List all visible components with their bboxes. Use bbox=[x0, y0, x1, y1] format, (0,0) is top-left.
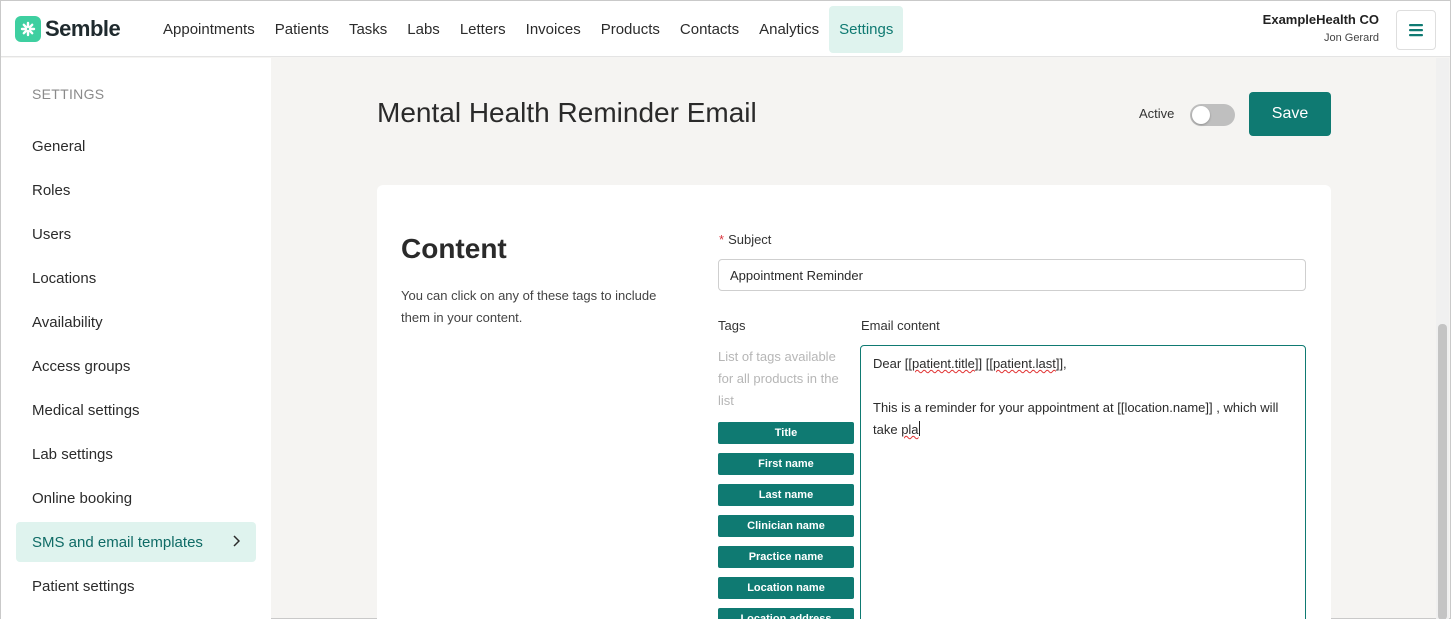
nav-contacts[interactable]: Contacts bbox=[670, 6, 749, 53]
brand-name: Semble bbox=[45, 16, 121, 41]
email-line-blank bbox=[873, 375, 1293, 397]
nav-products[interactable]: Products bbox=[591, 6, 670, 53]
nav-labs[interactable]: Labs bbox=[397, 6, 450, 53]
subject-input[interactable] bbox=[718, 259, 1306, 291]
sidebar-item-availability[interactable]: Availability bbox=[16, 302, 256, 342]
tag-token: patient.title bbox=[912, 356, 975, 371]
text-fragment: ]] [[ bbox=[974, 356, 993, 371]
text-fragment: Dear [[ bbox=[873, 356, 913, 371]
tags-hint: List of tags available for all products … bbox=[718, 349, 839, 408]
nav-tasks[interactable]: Tasks bbox=[339, 6, 397, 53]
user-name: Jon Gerard bbox=[1323, 32, 1379, 44]
section-title: Content bbox=[401, 233, 507, 264]
sidebar-item-lab-settings[interactable]: Lab settings bbox=[16, 434, 256, 474]
page-title: Mental Health Reminder Email bbox=[377, 97, 757, 128]
content-card: Content You can click on any of these ta… bbox=[377, 185, 1331, 619]
subject-label-text: Subject bbox=[728, 232, 772, 247]
semble-logo[interactable]: Semble bbox=[15, 16, 121, 42]
tag-token: patient.last bbox=[992, 356, 1056, 371]
nav-letters[interactable]: Letters bbox=[450, 6, 516, 53]
email-content-editor[interactable]: Dear [[patient.title]] [[patient.last]],… bbox=[860, 345, 1306, 619]
sidebar-item-roles[interactable]: Roles bbox=[16, 170, 256, 210]
toggle-knob bbox=[1192, 106, 1210, 124]
sidebar-item-medical-settings[interactable]: Medical settings bbox=[16, 390, 256, 430]
settings-sidebar: SETTINGS General Roles Users Locations A… bbox=[1, 58, 271, 619]
nav-analytics[interactable]: Analytics bbox=[749, 6, 829, 53]
section-description: You can click on any of these tags to in… bbox=[401, 288, 657, 325]
main-nav: Appointments Patients Tasks Labs Letters… bbox=[153, 6, 904, 53]
email-line-body: This is a reminder for your appointment … bbox=[873, 397, 1293, 441]
chevron-right-icon bbox=[233, 535, 240, 547]
hamburger-icon bbox=[1409, 24, 1423, 37]
tags-label: Tags bbox=[718, 318, 746, 333]
sidebar-item-locations[interactable]: Locations bbox=[16, 258, 256, 298]
save-button[interactable]: Save bbox=[1249, 92, 1331, 136]
nav-patients[interactable]: Patients bbox=[265, 6, 339, 53]
text-fragment: This is a reminder for your appointment … bbox=[873, 400, 1282, 437]
menu-button[interactable] bbox=[1396, 10, 1436, 50]
organization-name: ExampleHealth CO bbox=[1262, 12, 1379, 27]
sidebar-item-access-groups[interactable]: Access groups bbox=[16, 346, 256, 386]
tag-last-name[interactable]: Last name bbox=[718, 484, 854, 506]
active-toggle-label: Active bbox=[1139, 106, 1175, 121]
semble-logo-icon bbox=[15, 16, 41, 42]
tag-location-name[interactable]: Location name bbox=[718, 577, 854, 599]
required-marker: * bbox=[719, 232, 725, 247]
top-navigation-bar: Semble Appointments Patients Tasks Labs … bbox=[1, 1, 1450, 57]
sidebar-item-patient-settings[interactable]: Patient settings bbox=[16, 566, 256, 606]
text-cursor bbox=[918, 421, 920, 436]
tag-title[interactable]: Title bbox=[718, 422, 854, 444]
sidebar-item-label: SMS and email templates bbox=[32, 533, 203, 551]
scrollbar-thumb[interactable] bbox=[1438, 324, 1447, 619]
tag-location-address[interactable]: Location address bbox=[718, 608, 854, 619]
nav-appointments[interactable]: Appointments bbox=[153, 6, 265, 53]
email-content-label: Email content bbox=[861, 318, 940, 333]
subject-label: * Subject bbox=[719, 232, 771, 247]
text-fragment: ]], bbox=[1055, 356, 1067, 371]
typed-text: pla bbox=[901, 422, 919, 437]
nav-invoices[interactable]: Invoices bbox=[516, 6, 591, 53]
sidebar-item-sms-email-templates[interactable]: SMS and email templates bbox=[16, 522, 256, 562]
tag-practice-name[interactable]: Practice name bbox=[718, 546, 854, 568]
sidebar-item-general[interactable]: General bbox=[16, 126, 256, 166]
account-info[interactable]: ExampleHealth CO Jon Gerard bbox=[1263, 12, 1379, 44]
sidebar-item-online-booking[interactable]: Online booking bbox=[16, 478, 256, 518]
sidebar-item-users[interactable]: Users bbox=[16, 214, 256, 254]
nav-settings[interactable]: Settings bbox=[829, 6, 904, 53]
page-scrollbar[interactable] bbox=[1436, 58, 1449, 619]
active-toggle[interactable] bbox=[1190, 104, 1235, 126]
email-line-greeting: Dear [[patient.title]] [[patient.last]], bbox=[873, 353, 1293, 375]
tag-clinician-name[interactable]: Clinician name bbox=[718, 515, 854, 537]
sidebar-heading: SETTINGS bbox=[32, 86, 105, 102]
tag-first-name[interactable]: First name bbox=[718, 453, 854, 475]
